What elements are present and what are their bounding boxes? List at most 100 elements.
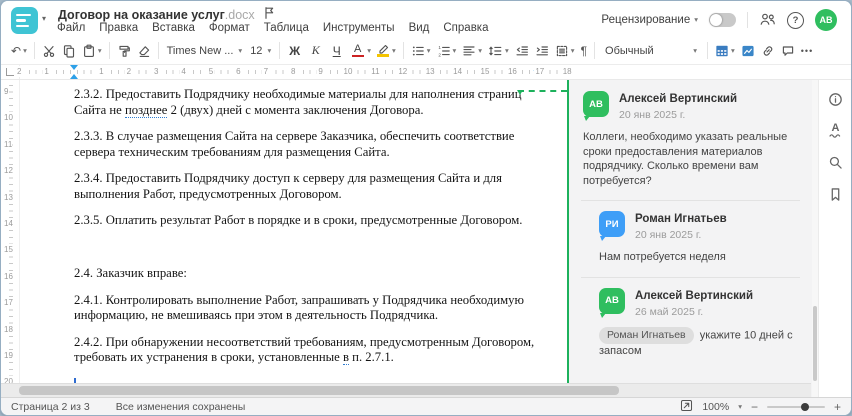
chevron-down-icon[interactable]: ▾: [23, 47, 27, 55]
chevron-down-icon[interactable]: ▾: [478, 47, 482, 55]
vertical-scrollbar-thumb[interactable]: [813, 306, 817, 381]
numbered-list-button[interactable]: 1 2 ▾: [434, 40, 460, 61]
document-page[interactable]: 2.3.2. Предоставить Подрядчику необходим…: [20, 80, 567, 397]
decrease-indent-button[interactable]: [512, 40, 532, 61]
horizontal-scrollbar[interactable]: [1, 383, 811, 397]
main-area: 9 10 11 12 13 14 15 16 17 18 19 20 2.3.2. Предостав…: [1, 80, 851, 397]
flag-icon[interactable]: [263, 6, 275, 23]
ruler-horizontal[interactable]: 2 1 1 2 3 4 5 6 7 8 9 10 11 12 13 14 15 16 17 18: [14, 65, 851, 79]
format-painter-button[interactable]: [114, 40, 134, 61]
text-run: 2.4. Заказчик вправе:: [74, 266, 187, 280]
bookmark-icon[interactable]: [828, 187, 843, 202]
paragraph[interactable]: 2.3.5. Оплатить результат Работ в порядк…: [74, 213, 537, 229]
chevron-down-icon[interactable]: ▾: [571, 47, 575, 55]
spellcheck-underlined-text: позднее: [124, 102, 168, 118]
comment-divider: [581, 276, 800, 278]
help-icon[interactable]: ?: [787, 11, 804, 29]
insert-comment-button[interactable]: [778, 40, 798, 61]
chevron-down-icon[interactable]: ▾: [453, 47, 457, 55]
undo-button[interactable]: ↶ ▾: [8, 40, 30, 61]
comment-text: Коллеги, необходимо указать реальные сро…: [583, 131, 788, 187]
vruler-number: 13: [4, 191, 13, 203]
comment-item[interactable]: АВ Алексей Вертинский 20 янв 2025 г. Коллег…: [569, 83, 812, 198]
chevron-down-icon[interactable]: ▾: [367, 47, 371, 55]
zoom-in-button[interactable]: +: [834, 401, 841, 413]
more-toolbar-button[interactable]: •••: [798, 40, 816, 61]
vruler-number: 9: [4, 86, 9, 97]
comment-item[interactable]: АВ Алексей Вертинский 26 май 2025 г. Роман …: [569, 280, 812, 369]
underline-button[interactable]: Ч: [326, 40, 347, 61]
mention-pill[interactable]: Роман Игнатьев: [599, 326, 694, 344]
zoom-out-button[interactable]: −: [751, 401, 758, 413]
paragraph-style-select[interactable]: Обычный ▾: [599, 41, 703, 61]
insert-image-button[interactable]: [738, 40, 758, 61]
zoom-slider[interactable]: [766, 402, 825, 411]
spellcheck-icon[interactable]: А: [829, 123, 842, 138]
paste-button[interactable]: ▾: [79, 40, 105, 61]
insert-table-button[interactable]: ▾: [712, 40, 738, 61]
vruler-number: 12: [4, 165, 13, 177]
paragraph[interactable]: 2.3.3. В случае размещения Сайта на серв…: [74, 129, 537, 160]
copy-button[interactable]: [59, 40, 79, 61]
bullet-list-button[interactable]: ▾: [408, 40, 434, 61]
font-color-button[interactable]: А ▾: [347, 40, 374, 61]
app-window: ▾ Договор на оказание услуг.docx Файл Пра…: [0, 0, 852, 416]
chevron-down-icon[interactable]: ▾: [505, 47, 509, 55]
menu-item-Вид[interactable]: Вид: [409, 22, 430, 35]
paragraph[interactable]: [74, 240, 537, 256]
show-paragraph-marks-button[interactable]: ¶: [578, 40, 590, 61]
bold-button[interactable]: Ж: [284, 40, 305, 61]
chevron-down-icon[interactable]: ▾: [392, 47, 396, 55]
cut-button[interactable]: [39, 40, 59, 61]
vruler-number: 17: [4, 297, 13, 309]
chevron-down-icon[interactable]: ▾: [98, 47, 102, 55]
left-indent-marker[interactable]: [70, 70, 78, 79]
paragraph-borders-button[interactable]: ▾: [552, 40, 578, 61]
comment-header: АВ Алексей Вертинский 20 янв 2025 г.: [583, 91, 798, 121]
line-spacing-button[interactable]: ▾: [485, 40, 512, 61]
menu-item-Правка[interactable]: Правка: [99, 22, 138, 35]
track-changes-toggle[interactable]: [709, 13, 736, 27]
chevron-down-icon[interactable]: ▾: [42, 14, 46, 23]
vertical-scrollbar[interactable]: [812, 80, 818, 397]
comment-item[interactable]: РИ Роман Игнатьев 20 янв 2025 г. Нам потреб…: [569, 203, 812, 275]
menu-item-Таблица[interactable]: Таблица: [264, 22, 309, 35]
search-icon[interactable]: [828, 155, 843, 170]
horizontal-scrollbar-thumb[interactable]: [19, 386, 619, 395]
hruler-number: 9: [316, 66, 325, 77]
menu-item-Инструменты[interactable]: Инструменты: [323, 22, 395, 35]
menu-item-Формат[interactable]: Формат: [209, 22, 250, 35]
increase-indent-button[interactable]: [532, 40, 552, 61]
insert-link-button[interactable]: [758, 40, 778, 61]
chevron-down-icon[interactable]: ▾: [427, 47, 431, 55]
paragraph[interactable]: 2.4. Заказчик вправе:: [74, 266, 537, 282]
info-icon[interactable]: [828, 92, 843, 107]
chevron-down-icon[interactable]: ▾: [738, 403, 742, 411]
user-avatar[interactable]: АВ: [815, 9, 837, 31]
italic-button[interactable]: К: [305, 40, 326, 61]
collaboration-users-icon[interactable]: [759, 12, 776, 29]
align-button[interactable]: ▾: [459, 40, 485, 61]
zoom-level[interactable]: 100%: [702, 401, 729, 413]
ruler-vertical[interactable]: 9 10 11 12 13 14 15 16 17 18 19 20: [1, 80, 20, 397]
font-name-select[interactable]: Times New ... ▾: [163, 41, 247, 61]
vruler-number: 18: [4, 323, 13, 335]
text-run: 2 (двух) дней с момента заключения Догов…: [167, 102, 424, 117]
zoom-slider-knob[interactable]: [800, 402, 809, 411]
menu-item-Вставка[interactable]: Вставка: [152, 22, 195, 35]
clear-style-eraser-button[interactable]: [134, 40, 154, 61]
paragraph[interactable]: 2.3.4. Предоставить Подрядчику доступ к …: [74, 171, 537, 202]
text-run: 2.4.2. При обнаружении несоответствий тр…: [74, 334, 535, 365]
menu-item-Справка[interactable]: Справка: [443, 22, 488, 35]
paragraph[interactable]: 2.3.2. Предоставить Подрядчику необходим…: [74, 87, 537, 118]
app-logo-icon[interactable]: [11, 7, 38, 34]
chevron-down-icon[interactable]: ▾: [731, 47, 735, 55]
font-name-value: Times New ...: [166, 44, 234, 57]
fit-width-icon[interactable]: [680, 399, 693, 415]
paragraph[interactable]: 2.4.1. Контролировать выполнение Работ, …: [74, 293, 537, 324]
menu-item-Файл[interactable]: Файл: [57, 22, 85, 35]
review-mode-dropdown[interactable]: Рецензирование ▾: [601, 14, 698, 26]
paragraph[interactable]: 2.4.2. При обнаружении несоответствий тр…: [74, 335, 537, 366]
highlight-color-button[interactable]: ▾: [374, 40, 399, 61]
font-size-select[interactable]: 12 ▾: [246, 41, 275, 61]
